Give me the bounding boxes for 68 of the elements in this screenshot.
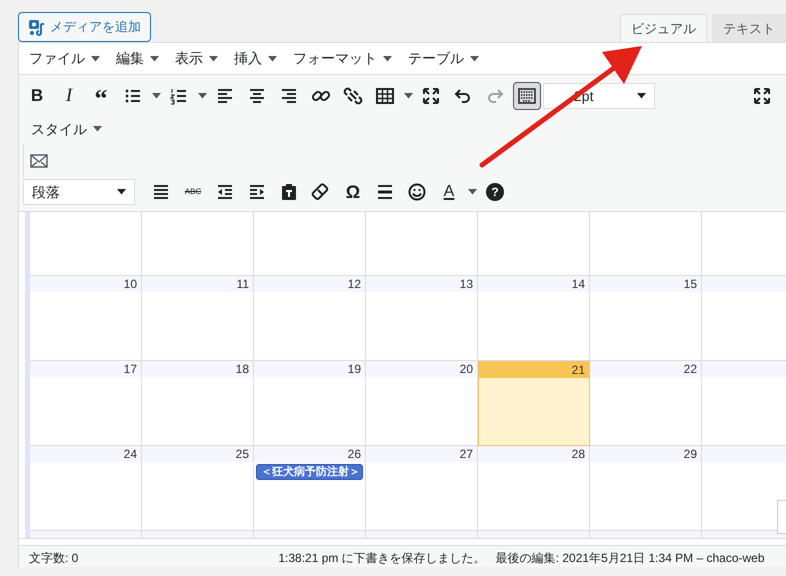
text-color-button[interactable]: A — [435, 178, 463, 206]
dropdown-arrow-icon — [637, 93, 646, 99]
caret-icon — [150, 56, 159, 62]
help-button[interactable]: ? — [481, 178, 509, 206]
caret-icon — [93, 126, 102, 132]
day-number: 22 — [684, 362, 697, 376]
day-number: 21 — [572, 363, 585, 377]
day-number: 17 — [124, 362, 137, 376]
day-number: 24 — [124, 447, 137, 461]
smiley-icon — [407, 182, 427, 202]
caret-icon — [91, 56, 100, 62]
day-number: 10 — [124, 277, 137, 291]
special-character-button[interactable]: Ω — [339, 178, 367, 206]
day-number: 14 — [572, 277, 585, 291]
menu-item[interactable]: フォーマット — [287, 44, 398, 72]
toolbar-toggle-button[interactable] — [513, 82, 541, 110]
eraser-icon — [311, 182, 331, 202]
word-count: 文字数: 0 — [29, 550, 78, 567]
keyboard-icon — [517, 86, 537, 106]
align-right-icon — [279, 86, 299, 106]
align-center-icon — [247, 86, 267, 106]
caret-icon — [383, 56, 392, 62]
last-edit-info: 最後の編集: 2021年5月21日 1:34 PM – chaco-web — [496, 550, 764, 567]
unlink-icon — [343, 86, 363, 106]
numbered-list-icon — [169, 86, 189, 106]
paragraph-format-select[interactable]: 段落 — [23, 179, 135, 205]
day-number: 18 — [236, 362, 249, 376]
table-icon — [375, 86, 395, 106]
expand-icon — [752, 86, 772, 106]
menu-item[interactable]: 表示 — [169, 44, 224, 72]
outdent-icon — [215, 182, 235, 202]
justify-icon — [151, 182, 171, 202]
media-icon — [28, 18, 46, 36]
envelope-icon[interactable] — [30, 154, 48, 168]
day-number: 28 — [572, 447, 585, 461]
autosave-message: 1:38:21 pm に下書きを保存しました。 — [278, 550, 486, 567]
day-number: 12 — [348, 277, 361, 291]
italic-button[interactable]: I — [55, 82, 83, 110]
day-number: 25 — [236, 447, 249, 461]
menu-item[interactable]: 編集 — [110, 44, 165, 72]
menu-item[interactable]: ファイル — [23, 44, 106, 72]
dropdown-arrow-icon — [117, 189, 126, 195]
caret-icon — [470, 56, 479, 62]
calendar-event[interactable]: ＜狂犬病予防注射＞ — [256, 464, 363, 480]
bold-button[interactable]: B — [23, 82, 51, 110]
clipboard-icon — [279, 182, 299, 202]
day-number: 19 — [348, 362, 361, 376]
day-number: 29 — [684, 447, 697, 461]
styles-menu[interactable]: スタイル — [23, 118, 110, 140]
day-number: 20 — [460, 362, 473, 376]
quote-button[interactable]: “ — [87, 82, 115, 110]
align-left-icon — [215, 86, 235, 106]
day-number: 27 — [460, 447, 473, 461]
expand-icon — [421, 86, 441, 106]
caret-icon — [268, 56, 277, 62]
day-number: 26 — [348, 447, 361, 461]
menu-item[interactable]: 挿入 — [228, 44, 283, 72]
caret-icon — [209, 56, 218, 62]
editor-tab[interactable]: テキスト — [712, 14, 786, 42]
indent-icon — [247, 182, 267, 202]
add-media-button[interactable]: メディアを追加 — [18, 12, 151, 42]
strikethrough-button[interactable]: ABC — [179, 178, 207, 206]
editor-tab[interactable]: ビジュアル — [620, 14, 707, 42]
horizontal-line-icon — [375, 182, 395, 202]
day-number: 11 — [236, 277, 249, 291]
day-number: 15 — [684, 277, 697, 291]
day-number: 13 — [460, 277, 473, 291]
menu-item[interactable]: テーブル — [402, 44, 485, 72]
